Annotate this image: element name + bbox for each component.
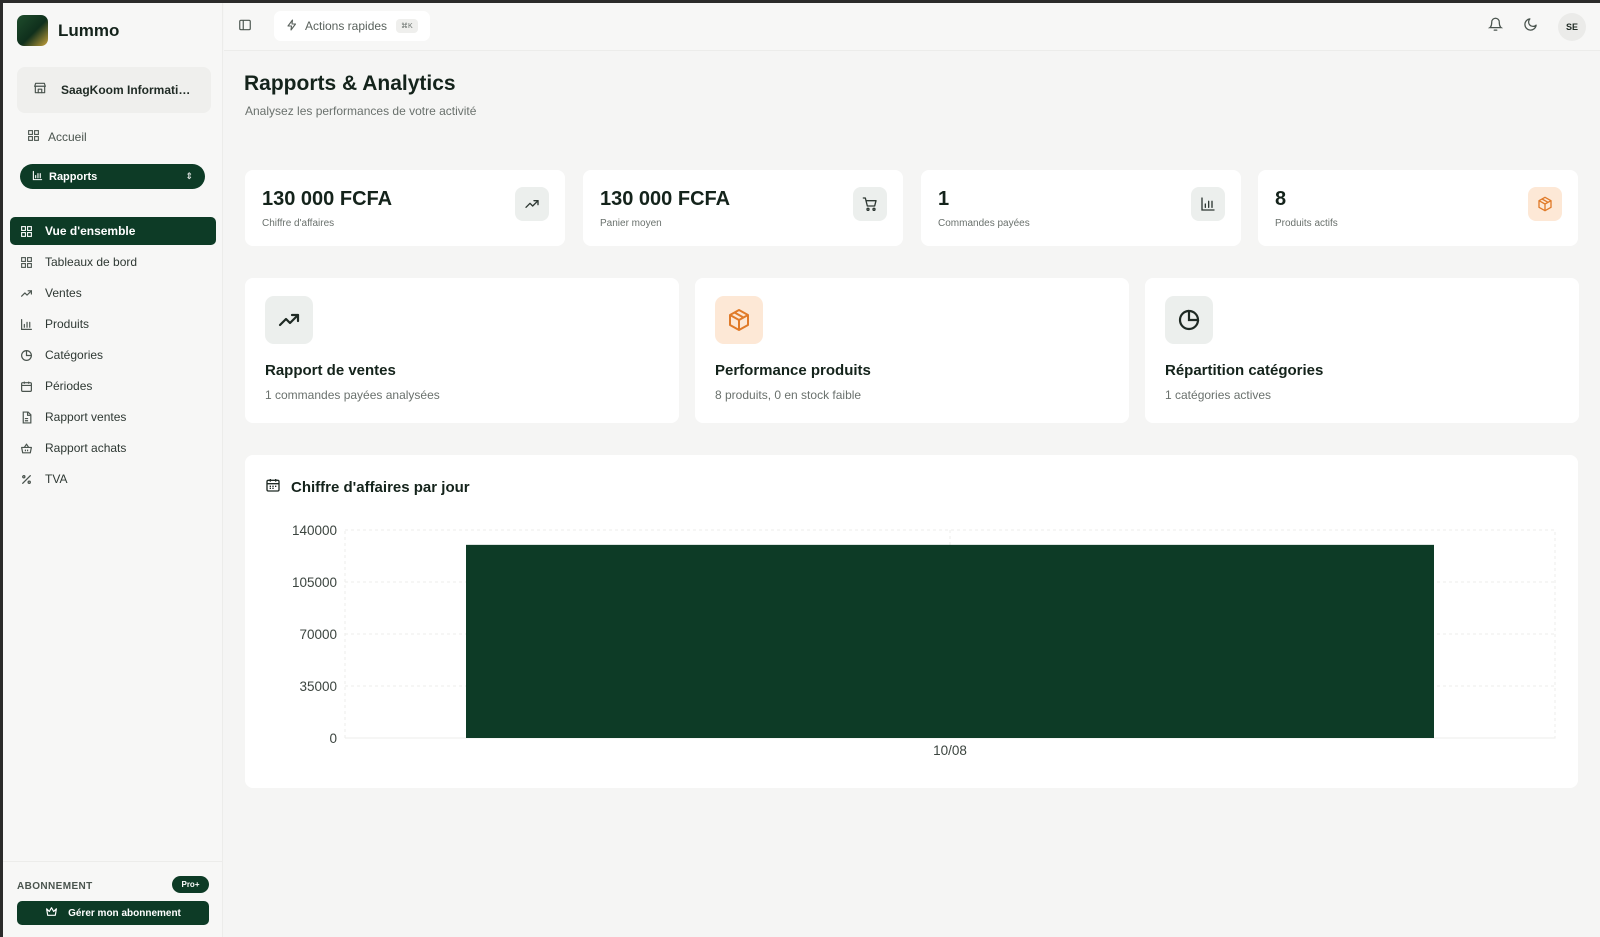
y-tick-label: 105000 [292, 575, 337, 590]
sidebar-item-sales[interactable]: Ventes [10, 279, 216, 307]
trending-up-icon [265, 296, 313, 344]
sidebar: Lummo SaagKoom Informatique Accueil Rapp… [3, 3, 223, 937]
grid-icon [19, 224, 33, 238]
sidebar-item-label: Catégories [45, 348, 104, 362]
sidebar-item-label: Périodes [45, 379, 93, 393]
stat-card-active-products: 8 Produits actifs [1258, 170, 1578, 246]
report-title: Rapport de ventes [265, 362, 396, 379]
y-tick-label: 35000 [299, 679, 337, 694]
percent-icon [19, 472, 33, 486]
keyboard-shortcut: ⌘K [396, 19, 418, 33]
document-icon [19, 410, 33, 424]
stat-value: 130 000 FCFA [262, 188, 393, 210]
sidebar-item-purchases-report[interactable]: Rapport achats [10, 434, 216, 462]
sidebar-item-label: Vue d'ensemble [45, 224, 136, 238]
manage-subscription-button[interactable]: Gérer mon abonnement [17, 901, 209, 925]
divider [3, 861, 223, 862]
brand-name: Lummo [58, 20, 120, 40]
chevron-up-down-icon: ⇕ [185, 171, 193, 181]
sidebar-item-vat[interactable]: TVA [10, 465, 216, 493]
brand[interactable]: Lummo [17, 15, 119, 46]
sidebar-item-periods[interactable]: Périodes [10, 372, 216, 400]
manage-subscription-label: Gérer mon abonnement [68, 907, 181, 919]
stat-value: 1 [938, 188, 950, 210]
section-select-label: Rapports [49, 170, 98, 183]
report-subtitle: 1 catégories actives [1165, 388, 1272, 402]
bar-chart-icon [19, 317, 33, 331]
plan-badge: Pro+ [172, 876, 209, 893]
stat-card-paid-orders: 1 Commandes payées [921, 170, 1241, 246]
sidebar-item-categories[interactable]: Catégories [10, 341, 216, 369]
trending-up-icon [515, 187, 549, 221]
sidebar-item-label: Ventes [45, 286, 82, 300]
quick-actions-button[interactable]: Actions rapides ⌘K [274, 11, 430, 41]
sidebar-item-label: Produits [45, 317, 90, 331]
sidebar-nav: Vue d'ensemble Tableaux de bord Ventes P… [10, 217, 216, 496]
stat-label: Commandes payées [938, 218, 1030, 229]
sidebar-item-sales-report[interactable]: Rapport ventes [10, 403, 216, 431]
sidebar-item-label: Rapport achats [45, 441, 127, 455]
stat-card-average-basket: 130 000 FCFA Panier moyen [583, 170, 903, 246]
bar[interactable] [466, 544, 1434, 738]
y-tick-label: 70000 [299, 627, 337, 642]
avatar[interactable]: SE [1558, 13, 1586, 41]
stat-value: 8 [1275, 188, 1287, 210]
stat-label: Chiffre d'affaires [262, 218, 335, 229]
sidebar-item-products[interactable]: Produits [10, 310, 216, 338]
report-card-sales[interactable]: Rapport de ventes 1 commandes payées ana… [245, 278, 679, 423]
sidebar-item-label: Rapport ventes [45, 410, 127, 424]
y-tick-label: 140000 [292, 523, 337, 538]
sidebar-item-label: Accueil [48, 130, 87, 144]
pie-chart-icon [19, 348, 33, 362]
bar-chart-icon [1191, 187, 1225, 221]
package-icon [1528, 187, 1562, 221]
sidebar-toggle-icon[interactable] [238, 18, 252, 37]
bar-chart-icon [32, 170, 43, 184]
topbar: Actions rapides ⌘K SE [224, 3, 1600, 51]
moon-icon[interactable] [1523, 17, 1538, 37]
sidebar-item-label: TVA [45, 472, 68, 486]
package-icon [715, 296, 763, 344]
sidebar-item-overview[interactable]: Vue d'ensemble [10, 217, 216, 245]
report-card-categories[interactable]: Répartition catégories 1 catégories acti… [1145, 278, 1579, 423]
sidebar-item-home[interactable]: Accueil [27, 129, 87, 145]
trending-up-icon [19, 286, 33, 300]
cart-icon [853, 187, 887, 221]
stat-label: Panier moyen [600, 218, 662, 229]
report-subtitle: 1 commandes payées analysées [265, 388, 440, 402]
stat-card-revenue: 130 000 FCFA Chiffre d'affaires [245, 170, 565, 246]
page-subtitle: Analysez les performances de votre activ… [245, 104, 477, 118]
subscription-label: ABONNEMENT [17, 881, 93, 892]
stat-label: Produits actifs [1275, 218, 1338, 229]
report-title: Performance produits [715, 362, 871, 379]
crown-icon [45, 905, 58, 921]
pie-chart-icon [1165, 296, 1213, 344]
organization-switcher[interactable]: SaagKoom Informatique [17, 67, 211, 113]
bell-icon[interactable] [1487, 17, 1504, 37]
stat-value: 130 000 FCFA [600, 188, 731, 210]
report-card-products[interactable]: Performance produits 8 produits, 0 en st… [695, 278, 1129, 423]
chart-card-daily-revenue: Chiffre d'affaires par jour 0 35000 70000 1… [245, 455, 1578, 788]
grid-icon [19, 255, 33, 269]
topbar-actions: SE [1487, 13, 1586, 41]
brand-logo [17, 15, 48, 46]
lightning-icon [286, 18, 298, 34]
y-tick-label: 0 [329, 731, 337, 746]
sidebar-item-label: Tableaux de bord [45, 255, 138, 269]
bar-chart: 0 35000 70000 105000 140000 10/08 [292, 523, 1556, 758]
report-title: Répartition catégories [1165, 362, 1324, 379]
report-subtitle: 8 produits, 0 en stock faible [715, 388, 862, 402]
calendar-icon [19, 379, 33, 393]
grid-icon [27, 129, 40, 145]
section-select[interactable]: Rapports ⇕ [20, 164, 205, 189]
x-tick-label: 10/08 [933, 743, 967, 758]
organization-name: SaagKoom Informatique [61, 83, 196, 97]
store-icon [33, 81, 47, 100]
page-title: Rapports & Analytics [244, 72, 456, 95]
sidebar-item-dashboards[interactable]: Tableaux de bord [10, 248, 216, 276]
basket-icon [19, 441, 33, 455]
quick-actions-label: Actions rapides [305, 19, 388, 33]
